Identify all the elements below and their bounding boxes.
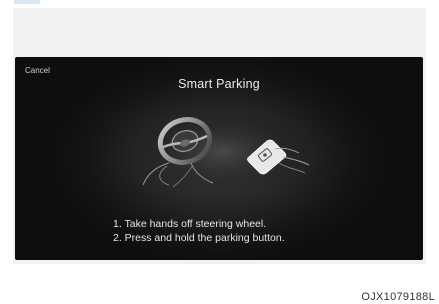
instructions: 1. Take hands off steering wheel. 2. Pre… [113,217,285,245]
cancel-button[interactable]: Cancel [25,66,50,75]
page: Cancel Smart Parking 1. Take hands off s… [0,0,439,304]
instruction-step-2: 2. Press and hold the parking button. [113,232,285,244]
corner-tab [14,0,40,4]
screen-title: Smart Parking [178,77,260,91]
instruction-step-1: 1. Take hands off steering wheel. [113,218,267,230]
parking-illustration [135,111,311,191]
figure-code: OJX1079188L [361,291,435,303]
smart-parking-screen: Cancel Smart Parking 1. Take hands off s… [15,57,423,260]
